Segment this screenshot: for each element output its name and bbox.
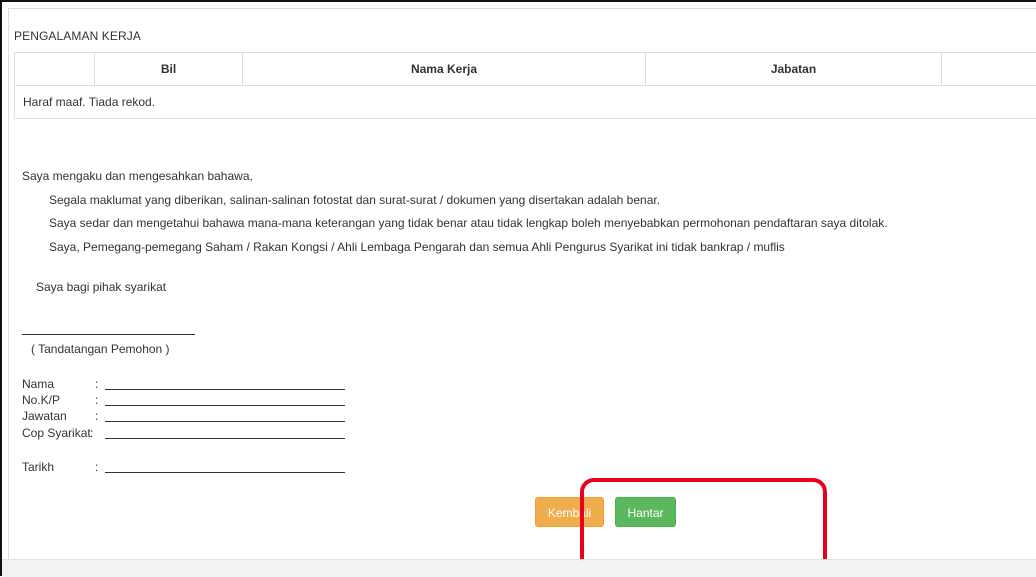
declaration-item: Segala maklumat yang diberikan, salinan-… [22, 189, 1022, 213]
field-label-cop-syarikat: Cop Syarikat [22, 425, 91, 441]
declaration-block: Saya mengaku dan mengesahkan bahawa, Seg… [22, 165, 1022, 259]
field-blank-nama [105, 389, 345, 390]
field-blank-tarikh [105, 472, 345, 473]
section-title: PENGALAMAN KERJA [14, 29, 141, 43]
footer-strip [2, 559, 1036, 577]
submit-button[interactable]: Hantar [615, 497, 676, 527]
field-colon: : [95, 376, 98, 392]
table-header-nama-kerja: Nama Kerja [243, 53, 646, 86]
field-colon: : [95, 459, 98, 475]
field-label-tarikh: Tarikh [22, 459, 54, 475]
field-label-nokp: No.K/P [22, 392, 60, 408]
table-header-row: Bil Nama Kerja Jabatan [15, 53, 1036, 86]
table-header-blank [15, 53, 95, 86]
signature-line [22, 334, 195, 335]
field-blank-jawatan [105, 421, 345, 422]
declaration-item: Saya sedar dan mengetahui bahawa mana-ma… [22, 212, 1022, 236]
work-experience-table: Bil Nama Kerja Jabatan Haraf maaf. Tiada… [14, 52, 1036, 119]
field-blank-cop-syarikat [105, 438, 345, 439]
table-header-bil: Bil [95, 53, 243, 86]
declaration-item: Saya, Pemegang-pemegang Saham / Rakan Ko… [22, 236, 1022, 260]
company-statement: Saya bagi pihak syarikat [36, 280, 166, 294]
declaration-intro: Saya mengaku dan mengesahkan bahawa, [22, 165, 1022, 189]
field-label-nama: Nama [22, 376, 54, 392]
field-colon: : [95, 408, 98, 424]
table-row: Haraf maaf. Tiada rekod. [15, 86, 1036, 119]
field-colon: : [90, 425, 93, 441]
table-header-jabatan: Jabatan [646, 53, 942, 86]
field-blank-nokp [105, 405, 345, 406]
field-colon: : [95, 392, 98, 408]
table-header-extra [942, 53, 1036, 86]
back-button[interactable]: Kembali [535, 497, 604, 527]
field-label-jawatan: Jawatan [22, 408, 67, 424]
empty-table-message: Haraf maaf. Tiada rekod. [15, 86, 1036, 119]
signature-caption: ( Tandatangan Pemohon ) [31, 342, 170, 356]
